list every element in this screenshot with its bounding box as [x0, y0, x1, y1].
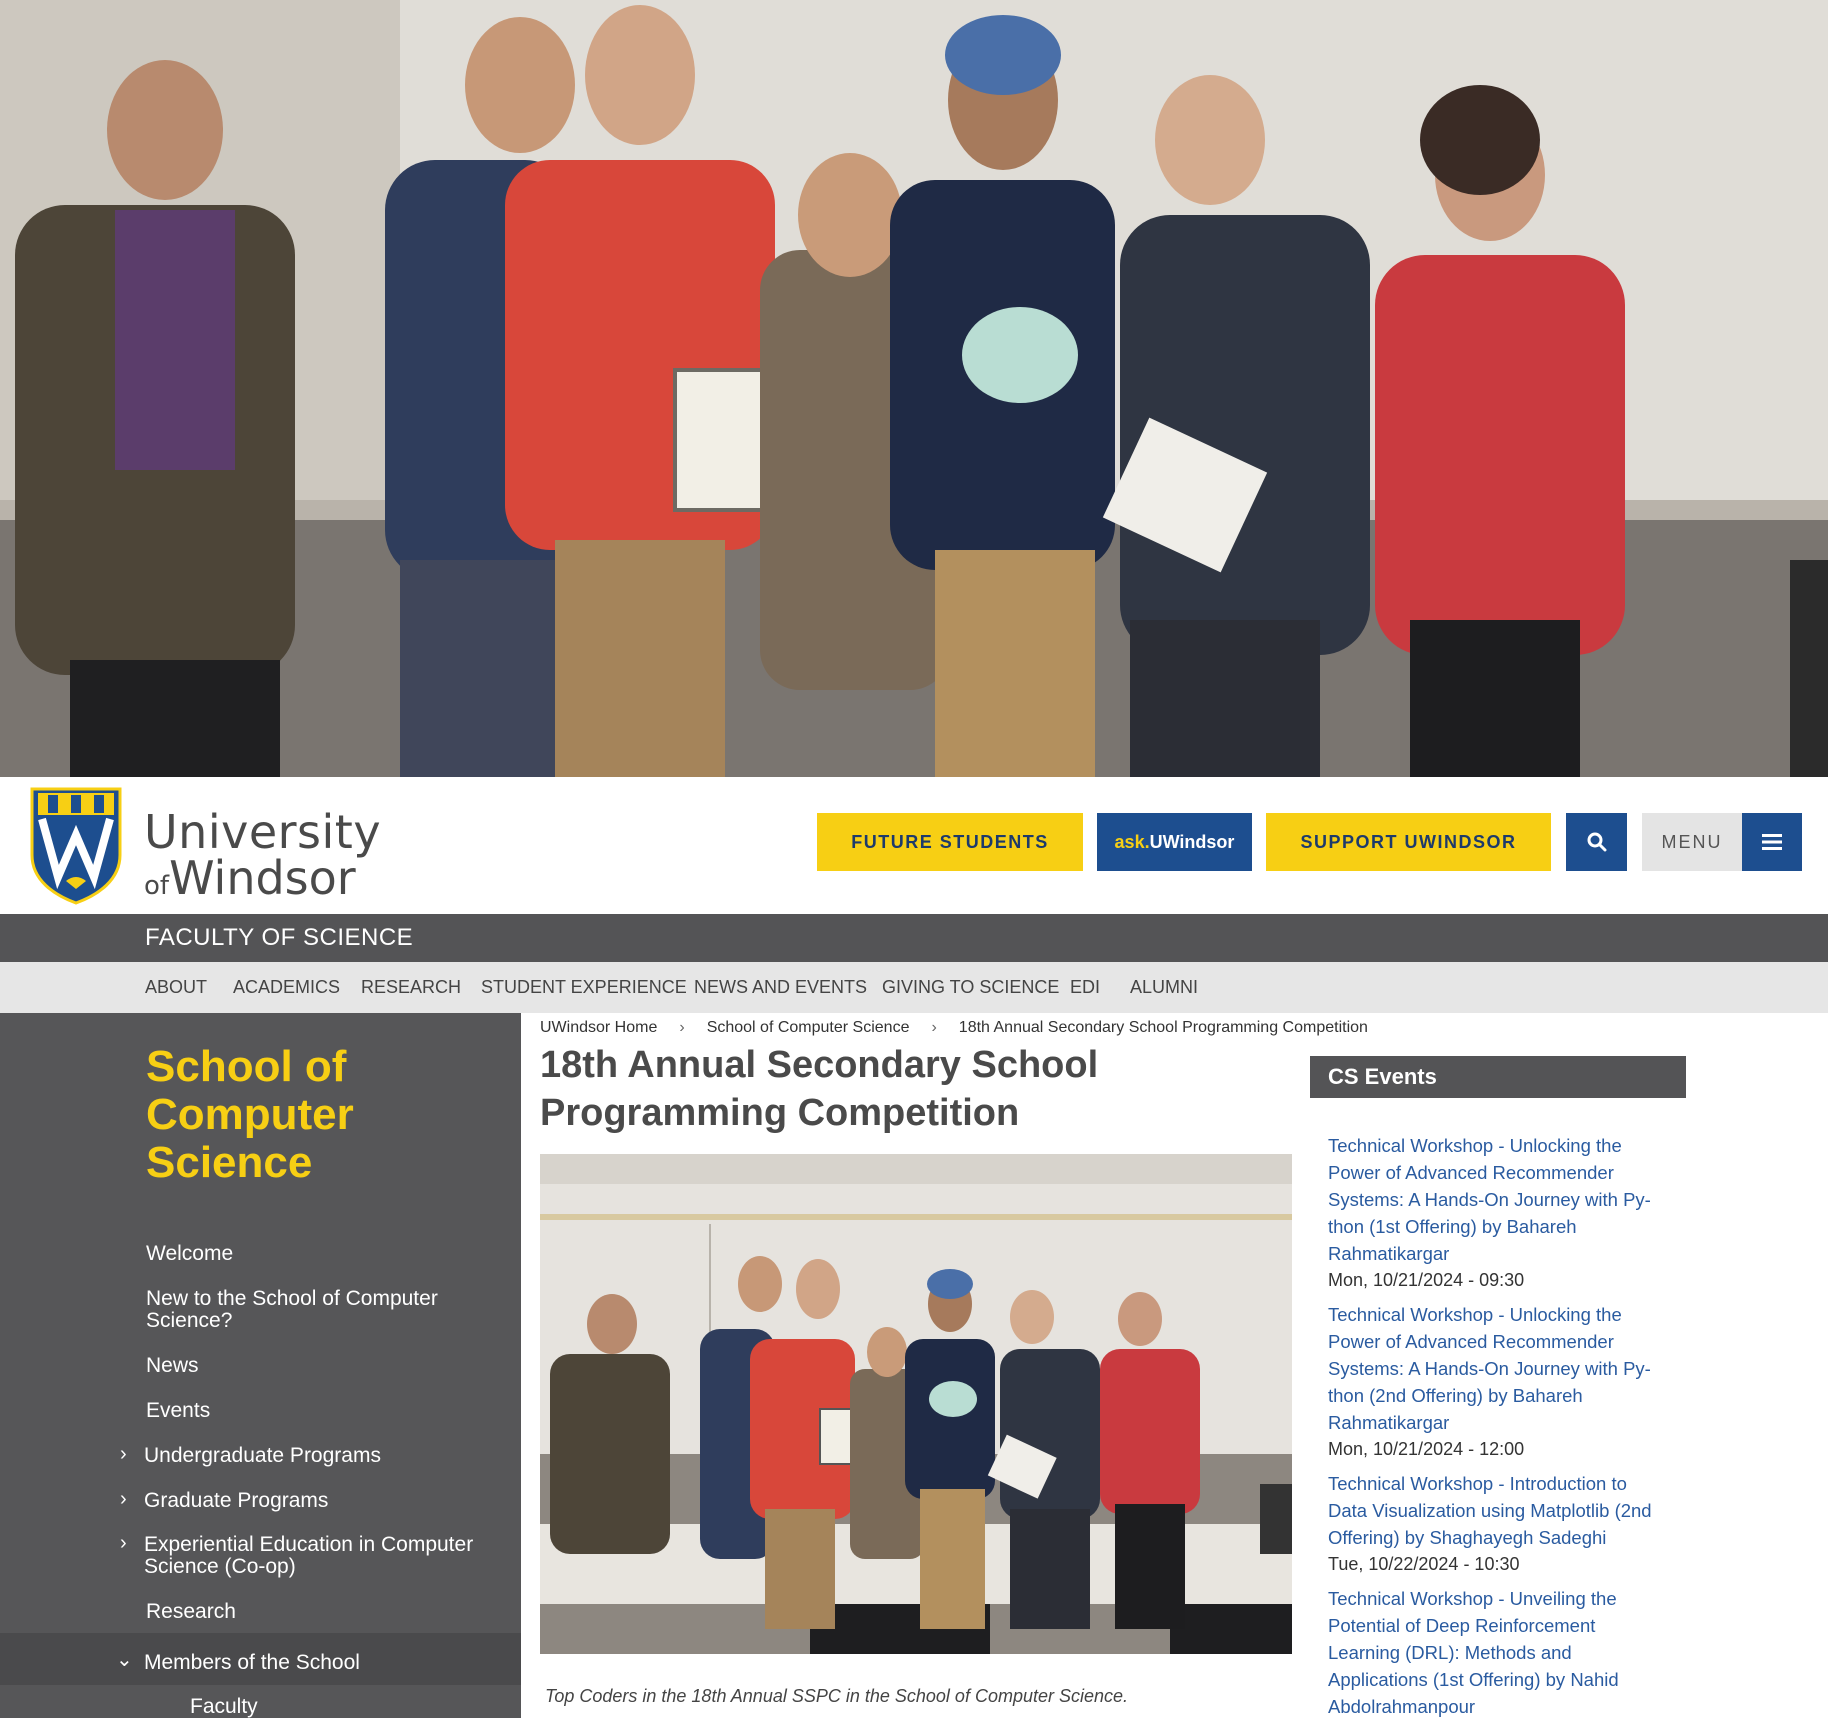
sidebar-item-welcome[interactable]: Welcome: [146, 1243, 486, 1265]
nav-student-experience[interactable]: STUDENT EXPERIENCE: [481, 977, 687, 998]
sidebar: School of Computer Science Welcome New t…: [0, 1013, 521, 1718]
ask-prefix: ask.: [1114, 831, 1150, 852]
ask-suffix: UWindsor: [1149, 831, 1235, 852]
future-students-button[interactable]: FUTURE STUDENTS: [817, 813, 1083, 871]
site-header: University ofWindsor FUTURE STUDENTS ask…: [0, 777, 1828, 914]
breadcrumb-separator-icon: ›: [931, 1019, 937, 1036]
nav-academics[interactable]: ACADEMICS: [233, 977, 340, 998]
event-date: Mon, 10/21/2024 - 12:00: [1328, 1439, 1525, 1459]
event-title-link[interactable]: Technical Workshop - Unveiling the Poten…: [1328, 1585, 1668, 1718]
event-item: Technical Workshop - Unlocking the Power…: [1328, 1301, 1668, 1462]
sidebar-item-faculty[interactable]: Faculty: [190, 1696, 530, 1718]
menu-button[interactable]: MENU: [1642, 813, 1742, 871]
crest-icon: [30, 787, 122, 905]
nav-research[interactable]: RESEARCH: [361, 977, 461, 998]
chevron-right-icon[interactable]: ›: [120, 1532, 127, 1555]
event-item: Technical Workshop - Unlocking the Power…: [1328, 1132, 1668, 1293]
events-heading: CS Events: [1310, 1056, 1686, 1098]
nav-giving-to-science[interactable]: GIVING TO SCIENCE: [882, 977, 1059, 998]
chevron-right-icon[interactable]: ›: [120, 1488, 127, 1511]
breadcrumb-separator-icon: ›: [679, 1019, 685, 1036]
hero-photo: [0, 0, 1828, 777]
nav-news-and-events[interactable]: NEWS AND EVENTS: [694, 977, 867, 998]
faculty-bar: FACULTY OF SCIENCE: [0, 914, 1828, 962]
event-item: Technical Workshop - Unveiling the Poten…: [1328, 1585, 1668, 1718]
event-date: Tue, 10/22/2024 - 10:30: [1328, 1554, 1520, 1574]
ask-uwindsor-button[interactable]: ask. UWindsor: [1097, 813, 1252, 871]
wordmark-of: of: [144, 871, 170, 901]
sidebar-item-news[interactable]: News: [146, 1355, 486, 1377]
wordmark-line2: Windsor: [169, 851, 356, 905]
breadcrumb-school[interactable]: School of Computer Science: [707, 1019, 910, 1036]
nav-alumni[interactable]: ALUMNI: [1130, 977, 1198, 998]
nav-edi[interactable]: EDI: [1070, 977, 1100, 998]
event-title-link[interactable]: Technical Workshop - Unlocking the Power…: [1328, 1132, 1668, 1267]
sidebar-item-research[interactable]: Research: [146, 1601, 486, 1623]
chevron-right-icon[interactable]: ›: [120, 1443, 127, 1466]
events-list: Technical Workshop - Unlocking the Power…: [1328, 1132, 1668, 1718]
event-date: Mon, 10/21/2024 - 09:30: [1328, 1270, 1525, 1290]
search-button[interactable]: [1566, 813, 1627, 871]
sidebar-item-coop[interactable]: Experiential Education in Computer Scien…: [144, 1534, 489, 1578]
faculty-nav: ABOUT ACADEMICS RESEARCH STUDENT EXPERIE…: [0, 962, 1828, 1013]
school-title[interactable]: School of Computer Science: [146, 1043, 466, 1187]
breadcrumb-current: 18th Annual Secondary School Programming…: [958, 1019, 1368, 1036]
sidebar-item-events[interactable]: Events: [146, 1400, 486, 1422]
faculty-title[interactable]: FACULTY OF SCIENCE: [145, 924, 413, 952]
sidebar-item-undergraduate[interactable]: Undergraduate Programs: [144, 1445, 484, 1467]
sidebar-item-members[interactable]: Members of the School: [144, 1652, 484, 1674]
search-icon: [1587, 832, 1606, 852]
sidebar-item-graduate[interactable]: Graduate Programs: [144, 1490, 484, 1512]
hamburger-button[interactable]: [1742, 813, 1802, 871]
page-title: 18th Annual Secondary School Programming…: [540, 1044, 1099, 1134]
support-uwindsor-button[interactable]: SUPPORT UWINDSOR: [1266, 813, 1551, 871]
nav-about[interactable]: ABOUT: [145, 977, 207, 998]
event-title-link[interactable]: Technical Workshop - Unlocking the Power…: [1328, 1301, 1668, 1436]
event-item: Technical Workshop - Introduction to Dat…: [1328, 1470, 1668, 1577]
article-photo: [540, 1154, 1292, 1654]
hamburger-icon: [1762, 834, 1782, 850]
sidebar-item-new-to-school[interactable]: New to the School of Computer Science?: [146, 1288, 466, 1332]
university-wordmark: University ofWindsor: [144, 809, 381, 901]
event-title-link[interactable]: Technical Workshop - Introduction to Dat…: [1328, 1470, 1668, 1551]
photo-caption: Top Coders in the 18th Annual SSPC in th…: [545, 1686, 1129, 1706]
chevron-down-icon[interactable]: ⌄: [116, 1647, 133, 1672]
breadcrumb-home[interactable]: UWindsor Home: [540, 1019, 657, 1036]
university-logo[interactable]: University ofWindsor: [28, 785, 381, 905]
breadcrumb: UWindsor Home › School of Computer Science…: [540, 1019, 1368, 1037]
wordmark-line1: University: [144, 805, 382, 859]
